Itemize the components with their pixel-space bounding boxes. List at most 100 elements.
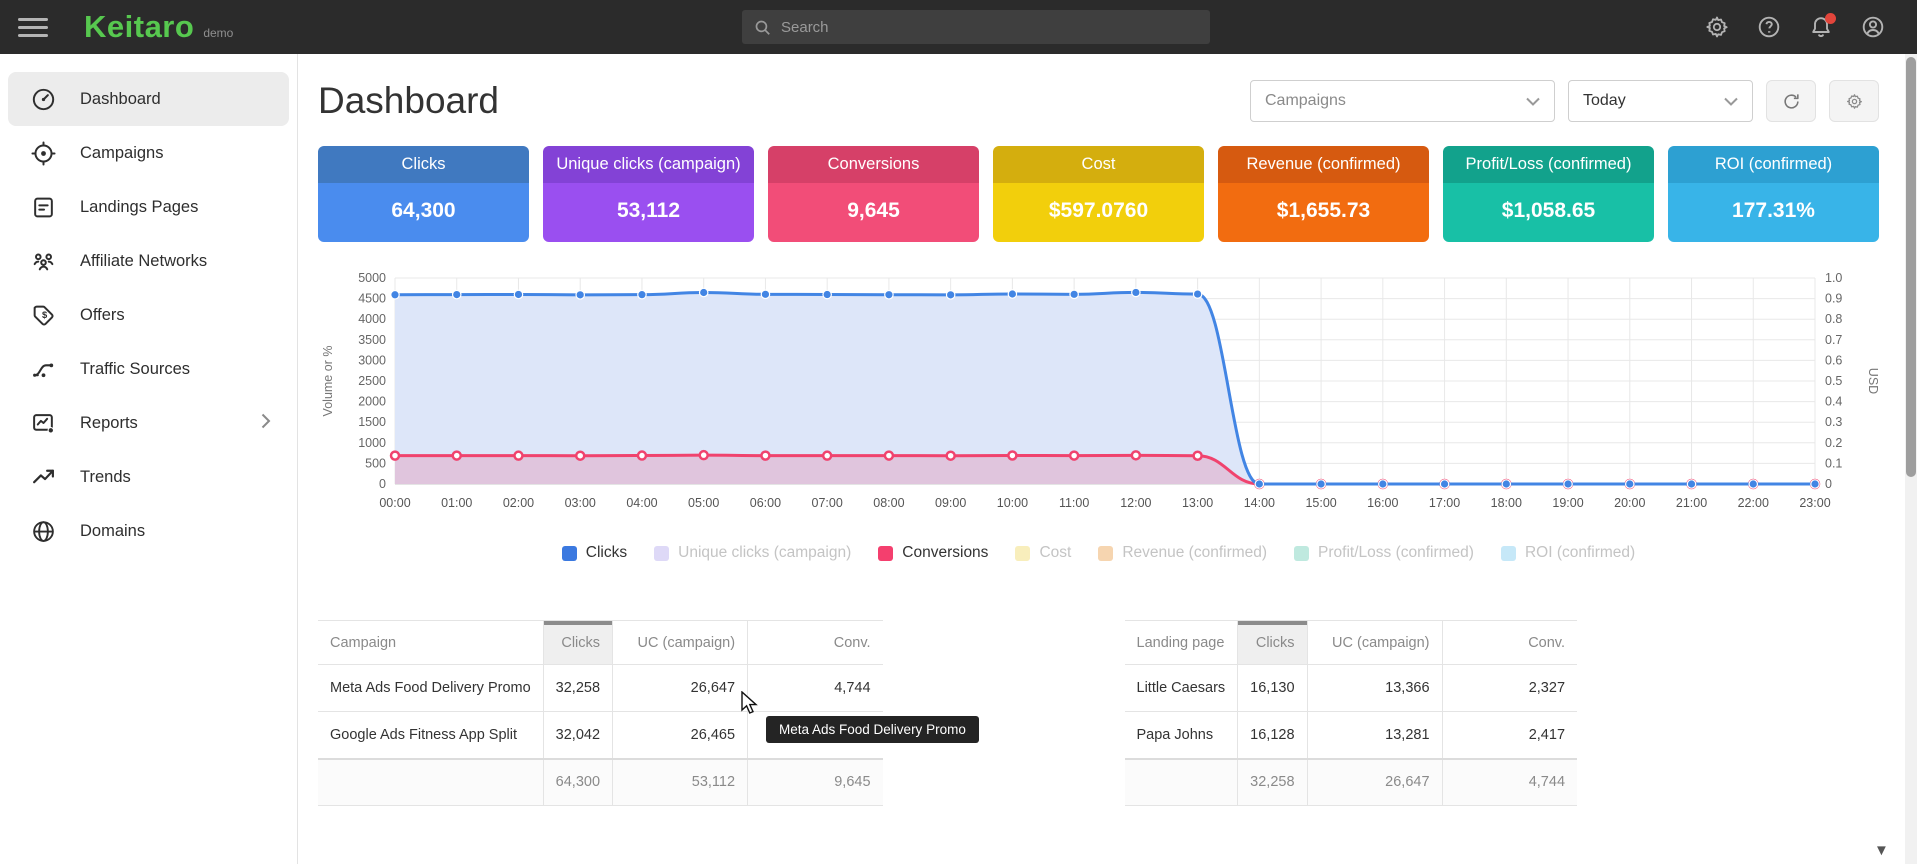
gear-icon[interactable]	[1705, 15, 1729, 39]
table-row[interactable]: Little Caesars16,13013,3662,327	[1125, 665, 1578, 712]
vertical-scrollbar[interactable]	[1905, 54, 1917, 864]
dashboard-controls: Campaigns Today	[1250, 80, 1879, 122]
menu-icon[interactable]	[18, 13, 48, 42]
scroll-down-arrow-icon[interactable]: ▼	[1874, 842, 1889, 859]
sidebar-item-label: Offers	[80, 306, 125, 325]
sidebar-item-label: Landings Pages	[80, 198, 198, 217]
legend-label: Unique clicks (campaign)	[678, 544, 851, 562]
svg-text:18:00: 18:00	[1491, 496, 1522, 510]
legend-label: Clicks	[586, 544, 627, 562]
dashboard-settings-button[interactable]	[1829, 80, 1879, 122]
svg-text:21:00: 21:00	[1676, 496, 1707, 510]
sidebar-item-affiliate-networks[interactable]: Affiliate Networks	[8, 234, 289, 288]
svg-text:23:00: 23:00	[1799, 496, 1830, 510]
kpi-label: Revenue (confirmed)	[1218, 146, 1429, 183]
app-logo[interactable]: Keitaro demo	[84, 9, 233, 45]
column-header-clicks[interactable]: Clicks	[1238, 621, 1307, 665]
refresh-button[interactable]	[1766, 80, 1816, 122]
svg-text:5000: 5000	[358, 271, 386, 285]
column-header-landing-page[interactable]: Landing page	[1125, 621, 1238, 665]
trend-icon	[30, 464, 56, 490]
scrollbar-thumb[interactable]	[1906, 57, 1916, 477]
svg-text:0.9: 0.9	[1825, 292, 1842, 306]
kpi-card-cost: Cost$597.0760	[993, 146, 1204, 242]
svg-text:0.2: 0.2	[1825, 436, 1842, 450]
row-value-cell: 16,128	[1238, 712, 1307, 759]
column-header-uc-campaign[interactable]: UC (campaign)	[1307, 621, 1442, 665]
sidebar-item-trends[interactable]: Trends	[8, 450, 289, 504]
legend-swatch	[654, 546, 669, 561]
row-name-cell[interactable]: Little Caesars	[1125, 665, 1238, 712]
search-box[interactable]	[742, 10, 1210, 44]
row-value-cell: 26,647	[613, 665, 748, 712]
row-name-cell[interactable]: Meta Ads Food Delivery Promo	[318, 665, 543, 712]
legend-item-conversions[interactable]: Conversions	[878, 544, 988, 562]
sidebar-item-campaigns[interactable]: Campaigns	[8, 126, 289, 180]
legend-swatch	[1501, 546, 1516, 561]
svg-text:$: $	[41, 310, 47, 320]
svg-text:1000: 1000	[358, 436, 386, 450]
svg-text:08:00: 08:00	[873, 496, 904, 510]
total-cell: 4,744	[1442, 759, 1577, 806]
kpi-label: Cost	[993, 146, 1204, 183]
legend-item-cost[interactable]: Cost	[1015, 544, 1071, 562]
legend-label: ROI (confirmed)	[1525, 544, 1635, 562]
target-icon	[30, 140, 56, 166]
sidebar-item-dashboard[interactable]: Dashboard	[8, 72, 289, 126]
kpi-label: Conversions	[768, 146, 979, 183]
column-header-conv[interactable]: Conv.	[748, 621, 883, 665]
total-cell: 26,647	[1307, 759, 1442, 806]
svg-text:2000: 2000	[358, 395, 386, 409]
legend-item-unique-clicks-campaign[interactable]: Unique clicks (campaign)	[654, 544, 851, 562]
total-cell	[1125, 759, 1238, 806]
grouping-select[interactable]: Campaigns	[1250, 80, 1555, 122]
legend-label: Cost	[1039, 544, 1071, 562]
legend-item-revenue-confirmed[interactable]: Revenue (confirmed)	[1098, 544, 1267, 562]
svg-text:01:00: 01:00	[441, 496, 472, 510]
legend-item-profit-loss-confirmed[interactable]: Profit/Loss (confirmed)	[1294, 544, 1474, 562]
sidebar-item-reports[interactable]: Reports	[8, 396, 289, 450]
kpi-value: $1,655.73	[1218, 183, 1429, 242]
topbar: Keitaro demo	[0, 0, 1917, 54]
sidebar-item-label: Traffic Sources	[80, 360, 190, 379]
sidebar-item-offers[interactable]: $ Offers	[8, 288, 289, 342]
svg-text:03:00: 03:00	[565, 496, 596, 510]
total-cell: 64,300	[543, 759, 612, 806]
account-icon[interactable]	[1861, 15, 1885, 39]
daterange-select[interactable]: Today	[1568, 80, 1753, 122]
table-row[interactable]: Papa Johns16,12813,2812,417	[1125, 712, 1578, 759]
column-header-clicks[interactable]: Clicks	[543, 621, 612, 665]
svg-text:0: 0	[379, 477, 386, 491]
svg-text:0.1: 0.1	[1825, 456, 1842, 470]
legend-item-roi-confirmed[interactable]: ROI (confirmed)	[1501, 544, 1635, 562]
table-row[interactable]: Meta Ads Food Delivery Promo32,25826,647…	[318, 665, 883, 712]
sidebar-item-landings-pages[interactable]: Landings Pages	[8, 180, 289, 234]
svg-text:3000: 3000	[358, 353, 386, 367]
kpi-card-roi-confirmed: ROI (confirmed)177.31%	[1668, 146, 1879, 242]
legend-label: Profit/Loss (confirmed)	[1318, 544, 1474, 562]
row-name-cell[interactable]: Google Ads Fitness App Split	[318, 712, 543, 759]
globe-icon	[30, 518, 56, 544]
column-header-uc-campaign[interactable]: UC (campaign)	[613, 621, 748, 665]
help-icon[interactable]	[1757, 15, 1781, 39]
column-header-conv[interactable]: Conv.	[1442, 621, 1577, 665]
legend-swatch	[1015, 546, 1030, 561]
search-input[interactable]	[781, 19, 1198, 36]
people-icon	[30, 248, 56, 274]
svg-text:3500: 3500	[358, 333, 386, 347]
sidebar: DashboardCampaigns Landings Pages Affiliat…	[0, 54, 298, 864]
svg-text:0.3: 0.3	[1825, 415, 1842, 429]
row-name-cell[interactable]: Papa Johns	[1125, 712, 1238, 759]
sidebar-item-domains[interactable]: Domains	[8, 504, 289, 558]
chevron-right-icon	[261, 413, 271, 434]
kpi-label: Profit/Loss (confirmed)	[1443, 146, 1654, 183]
kpi-value: 53,112	[543, 183, 754, 242]
row-value-cell: 26,465	[613, 712, 748, 759]
kpi-value: $597.0760	[993, 183, 1204, 242]
legend-item-clicks[interactable]: Clicks	[562, 544, 627, 562]
sidebar-item-traffic-sources[interactable]: Traffic Sources	[8, 342, 289, 396]
legend-swatch	[1294, 546, 1309, 561]
column-header-campaign[interactable]: Campaign	[318, 621, 543, 665]
svg-text:16:00: 16:00	[1367, 496, 1398, 510]
bell-icon[interactable]	[1809, 15, 1833, 39]
